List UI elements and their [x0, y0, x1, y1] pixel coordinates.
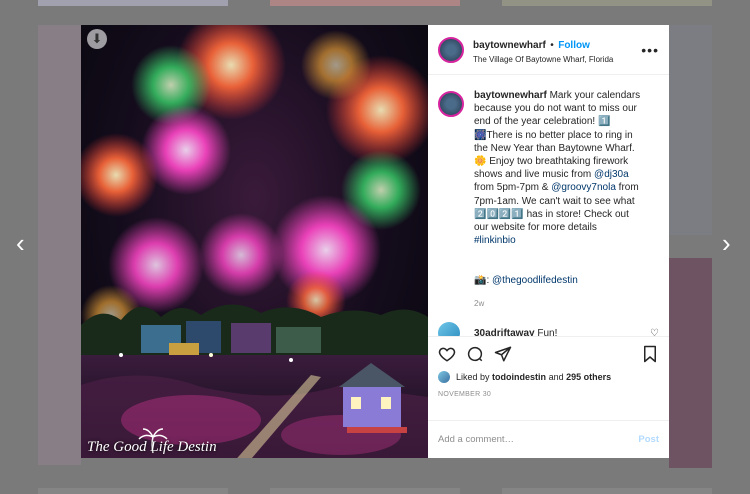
mention-link[interactable]: @dj30a	[594, 169, 629, 180]
action-icons	[438, 345, 659, 363]
like-comment-icon[interactable]: ♡	[650, 328, 659, 336]
background-post-thumbnail	[669, 25, 712, 235]
caption-line: because you do not want to miss our	[474, 103, 637, 115]
caption-line: Mark your calendars	[549, 90, 641, 101]
caption-line: end of the year celebration! 1️⃣	[474, 116, 611, 128]
caption-row: baytownewharf Mark your calendars becaus…	[438, 89, 659, 287]
photo-watermark: The Good Life Destin	[87, 439, 217, 455]
commenter-avatar[interactable]	[438, 322, 460, 336]
liker-username[interactable]: todoindestin	[492, 372, 546, 382]
background-post-thumbnail	[38, 25, 81, 465]
background-post-thumbnail	[669, 258, 712, 468]
background-post-thumbnail	[38, 0, 228, 6]
next-post-arrow[interactable]: ›	[722, 230, 731, 256]
comment-icon[interactable]	[466, 345, 484, 363]
caption-line: the New Year than Baytowne Wharf.	[474, 142, 635, 154]
photo-credit-link[interactable]: @thegoodlifedestin	[492, 275, 578, 286]
post-header: baytownewharf • Follow The Village Of Ba…	[428, 25, 669, 75]
background-post-thumbnail	[270, 488, 460, 494]
post-caption: baytownewharf Mark your calendars becaus…	[474, 89, 644, 287]
author-avatar[interactable]	[438, 36, 464, 63]
background-post-thumbnail	[270, 0, 460, 6]
likes-summary: Liked by todoindestin and 295 others	[438, 371, 659, 383]
previous-post-arrow[interactable]: ‹	[16, 230, 25, 256]
fireworks-illustration	[81, 25, 428, 458]
post-comment-button[interactable]: Post	[638, 434, 659, 445]
mention-link[interactable]: @groovy7nola	[551, 182, 616, 193]
post-date: NOVEMBER 30	[438, 391, 492, 398]
comment-row: 30adriftaway Fun! ♡	[438, 322, 659, 336]
caption-line: our website for more details	[474, 222, 597, 234]
caption-line: 🌼 Enjoy two breathtaking firework	[474, 156, 629, 168]
separator-dot: •	[550, 40, 554, 51]
follow-button[interactable]: Follow	[558, 40, 590, 51]
caption-author-avatar[interactable]	[438, 91, 464, 117]
post-location[interactable]: The Village Of Baytowne Wharf, Florida	[473, 55, 641, 64]
download-icon[interactable]: ⬇	[87, 29, 107, 49]
author-username[interactable]: baytownewharf	[473, 40, 546, 51]
post-panel: baytownewharf • Follow The Village Of Ba…	[428, 25, 669, 458]
caption-line: from	[615, 182, 639, 194]
post-photo[interactable]: ⬇ The Good Life Destin	[81, 25, 428, 458]
action-bar: Liked by todoindestin and 295 others NOV…	[428, 336, 669, 420]
camera-credit-prefix: 📸:	[474, 274, 493, 286]
background-post-thumbnail	[38, 488, 228, 494]
share-icon[interactable]	[494, 345, 512, 363]
likes-prefix: Liked by	[456, 372, 490, 382]
comments-section[interactable]: baytownewharf Mark your calendars becaus…	[428, 75, 669, 336]
liker-avatar[interactable]	[438, 371, 450, 383]
author-meta: baytownewharf • Follow The Village Of Ba…	[473, 35, 641, 64]
caption-line: has in store! Check out	[523, 208, 629, 220]
caption-author-username[interactable]: baytownewharf	[474, 90, 547, 101]
background-post-thumbnail	[502, 0, 712, 6]
comment-text: 30adriftaway Fun!	[474, 328, 650, 336]
comment-input[interactable]: Add a comment…	[438, 434, 638, 445]
commenter-username[interactable]: 30adriftaway	[474, 328, 535, 336]
likes-count[interactable]: 295 others	[566, 372, 611, 382]
likes-and: and	[548, 372, 564, 382]
caption-line: shows and live music from	[474, 169, 595, 181]
heart-icon[interactable]	[438, 345, 456, 363]
add-comment-bar: Add a comment… Post	[428, 420, 669, 458]
caption-line: 7pm-1am. We can't wait to see what	[474, 195, 635, 207]
year-emoji: 2️⃣0️⃣2️⃣1️⃣	[474, 208, 524, 220]
hashtag-link[interactable]: #linkinbio	[474, 235, 516, 246]
caption-timestamp: 2w	[474, 299, 485, 309]
bookmark-icon[interactable]	[641, 345, 659, 363]
caption-line: 🎆There is no better place to ring in	[474, 129, 633, 141]
more-options-icon[interactable]: •••	[641, 42, 659, 58]
background-post-thumbnail	[502, 488, 712, 494]
caption-line: from 5pm-7pm &	[474, 182, 552, 194]
comment-body: Fun!	[537, 327, 558, 336]
